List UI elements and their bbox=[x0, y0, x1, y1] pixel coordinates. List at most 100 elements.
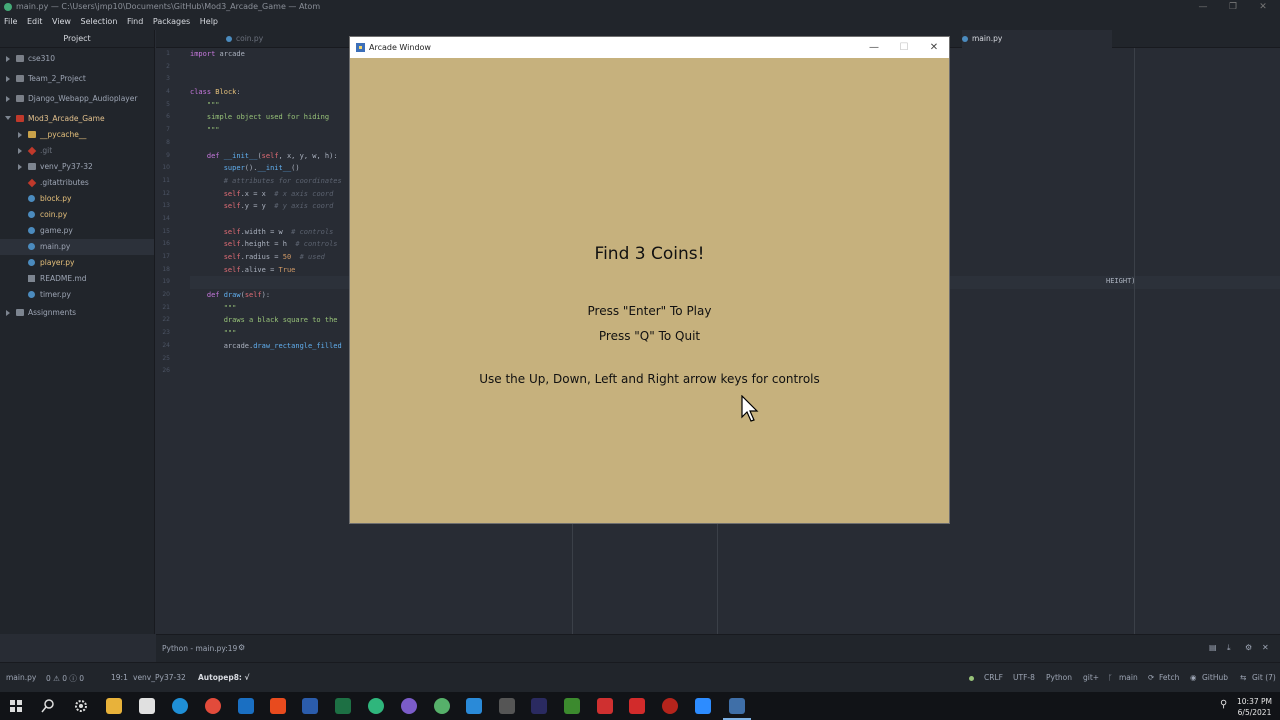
line-number: 26 bbox=[162, 367, 170, 375]
network-icon[interactable]: ⚲ bbox=[1220, 699, 1227, 710]
zoom-icon[interactable] bbox=[695, 698, 711, 714]
arcade-window[interactable]: Arcade Window — ☐ ✕ Find 3 Coins! Press … bbox=[349, 36, 950, 524]
github-desktop-icon[interactable] bbox=[401, 698, 417, 714]
app-icon[interactable] bbox=[662, 698, 678, 714]
atom-restore-button[interactable]: ❐ bbox=[1218, 0, 1248, 14]
file-explorer-icon[interactable] bbox=[106, 698, 122, 714]
status-encoding[interactable]: UTF-8 bbox=[1013, 673, 1035, 682]
tree-item-pycache[interactable]: __pycache__ bbox=[0, 127, 154, 143]
menu-view[interactable]: View bbox=[52, 17, 71, 26]
tree-item-player-py[interactable]: player.py bbox=[0, 255, 154, 271]
windows-start-icon[interactable] bbox=[8, 698, 24, 714]
tree-item-coin-py[interactable]: coin.py bbox=[0, 207, 154, 223]
atom-minimize-button[interactable]: — bbox=[1188, 0, 1218, 14]
chevron-right-icon[interactable] bbox=[6, 310, 10, 316]
vscode-icon[interactable] bbox=[466, 698, 482, 714]
menu-file[interactable]: File bbox=[4, 17, 17, 26]
excel-icon[interactable] bbox=[335, 698, 351, 714]
python-app-icon[interactable] bbox=[723, 698, 751, 720]
atom-close-button[interactable]: ✕ bbox=[1248, 0, 1278, 14]
menu-selection[interactable]: Selection bbox=[81, 17, 118, 26]
line-number: 22 bbox=[162, 316, 170, 324]
close-icon[interactable]: ✕ bbox=[1262, 643, 1271, 653]
snipping-tool-icon[interactable] bbox=[499, 698, 515, 714]
status-git-count[interactable]: Git (7) bbox=[1252, 673, 1276, 682]
project-tree-title: Project bbox=[0, 30, 154, 48]
document-icon[interactable]: ▤ bbox=[1209, 643, 1218, 653]
line-number: 24 bbox=[162, 341, 170, 349]
repo-icon bbox=[16, 55, 24, 62]
gear-icon[interactable]: ⚙ bbox=[1245, 643, 1254, 653]
chrome-icon[interactable] bbox=[205, 698, 221, 714]
office-icon[interactable] bbox=[270, 698, 286, 714]
line-number: 8 bbox=[166, 138, 170, 146]
line-number: 19 bbox=[162, 278, 170, 286]
menu-help[interactable]: Help bbox=[200, 17, 218, 26]
status-cursor-position[interactable]: 19:1 bbox=[111, 673, 128, 682]
sync-icon: ⟳ bbox=[1148, 673, 1155, 682]
search-icon[interactable] bbox=[40, 698, 56, 714]
acrobat-icon[interactable] bbox=[629, 698, 645, 714]
chevron-down-icon[interactable] bbox=[5, 116, 11, 120]
arcade-maximize-button[interactable]: ☐ bbox=[889, 37, 919, 58]
tree-item-team-2-project[interactable]: Team_2_Project bbox=[0, 71, 154, 87]
chevron-right-icon[interactable] bbox=[6, 96, 10, 102]
jetbrains-icon[interactable] bbox=[531, 698, 547, 714]
line-number: 23 bbox=[162, 329, 170, 337]
tree-item-cse310[interactable]: cse310 bbox=[0, 51, 154, 67]
line-number: 5 bbox=[166, 100, 170, 108]
arcade-minimize-button[interactable]: — bbox=[859, 37, 889, 58]
python-file-icon bbox=[28, 291, 35, 298]
tree-item-readme[interactable]: README.md bbox=[0, 271, 154, 287]
python-file-icon bbox=[28, 259, 35, 266]
atom-icon[interactable] bbox=[434, 698, 450, 714]
line-number: 3 bbox=[166, 75, 170, 83]
tree-item-mod3-arcade-game[interactable]: Mod3_Arcade_Game bbox=[0, 111, 154, 127]
edge-browser-icon[interactable] bbox=[172, 698, 188, 714]
chevron-right-icon[interactable] bbox=[18, 148, 22, 154]
menu-packages[interactable]: Packages bbox=[153, 17, 190, 26]
menu-find[interactable]: Find bbox=[127, 17, 143, 26]
word-icon[interactable] bbox=[302, 698, 318, 714]
tree-item-main-py[interactable]: main.py bbox=[0, 239, 154, 255]
bug-icon[interactable]: ⚙ bbox=[238, 643, 247, 653]
store-icon[interactable] bbox=[139, 698, 155, 714]
status-git-plus[interactable]: git+ bbox=[1083, 673, 1099, 682]
tree-item-gitattributes[interactable]: .gitattributes bbox=[0, 175, 154, 191]
tree-item-git[interactable]: .git bbox=[0, 143, 154, 159]
line-number: 6 bbox=[166, 113, 170, 121]
outlook-icon[interactable] bbox=[238, 698, 254, 714]
arcade-close-button[interactable]: ✕ bbox=[919, 37, 949, 58]
tree-item-assignments[interactable]: Assignments bbox=[0, 305, 154, 321]
tree-item-venv[interactable]: venv_Py37-32 bbox=[0, 159, 154, 175]
taskbar-clock[interactable]: 10:37 PM 6/5/2021 bbox=[1237, 696, 1272, 718]
status-diagnostics[interactable]: 0 ⚠ 0 ⓘ 0 bbox=[46, 673, 84, 684]
status-file[interactable]: main.py bbox=[6, 673, 36, 682]
menu-edit[interactable]: Edit bbox=[27, 17, 43, 26]
chevron-right-icon[interactable] bbox=[6, 56, 10, 62]
status-autopep8[interactable]: Autopep8: √ bbox=[198, 673, 250, 682]
tree-item-game-py[interactable]: game.py bbox=[0, 223, 154, 239]
tab-main-py[interactable]: main.py bbox=[962, 30, 1112, 48]
chevron-right-icon[interactable] bbox=[18, 132, 22, 138]
slack-icon[interactable] bbox=[368, 698, 384, 714]
status-grammar[interactable]: Python bbox=[1046, 673, 1072, 682]
arcade-title-bar[interactable]: Arcade Window — ☐ ✕ bbox=[350, 37, 949, 58]
chevron-right-icon[interactable] bbox=[18, 164, 22, 170]
wrap-guide bbox=[1134, 48, 1135, 634]
status-venv[interactable]: venv_Py37-32 bbox=[133, 673, 186, 682]
status-line-ending[interactable]: CRLF bbox=[984, 673, 1003, 682]
line-number: 14 bbox=[162, 214, 170, 222]
app-icon[interactable] bbox=[597, 698, 613, 714]
markdown-file-icon bbox=[28, 275, 35, 282]
status-fetch[interactable]: Fetch bbox=[1159, 673, 1179, 682]
status-github[interactable]: GitHub bbox=[1202, 673, 1228, 682]
settings-gear-icon[interactable] bbox=[73, 698, 89, 714]
status-branch[interactable]: main bbox=[1119, 673, 1138, 682]
tree-item-block-py[interactable]: block.py bbox=[0, 191, 154, 207]
tree-item-django-webapp[interactable]: Django_Webapp_Audioplayer bbox=[0, 91, 154, 107]
pycharm-icon[interactable] bbox=[564, 698, 580, 714]
chevron-right-icon[interactable] bbox=[6, 76, 10, 82]
download-icon[interactable]: ⤓ bbox=[1227, 643, 1236, 653]
tree-item-timer-py[interactable]: timer.py bbox=[0, 287, 154, 303]
